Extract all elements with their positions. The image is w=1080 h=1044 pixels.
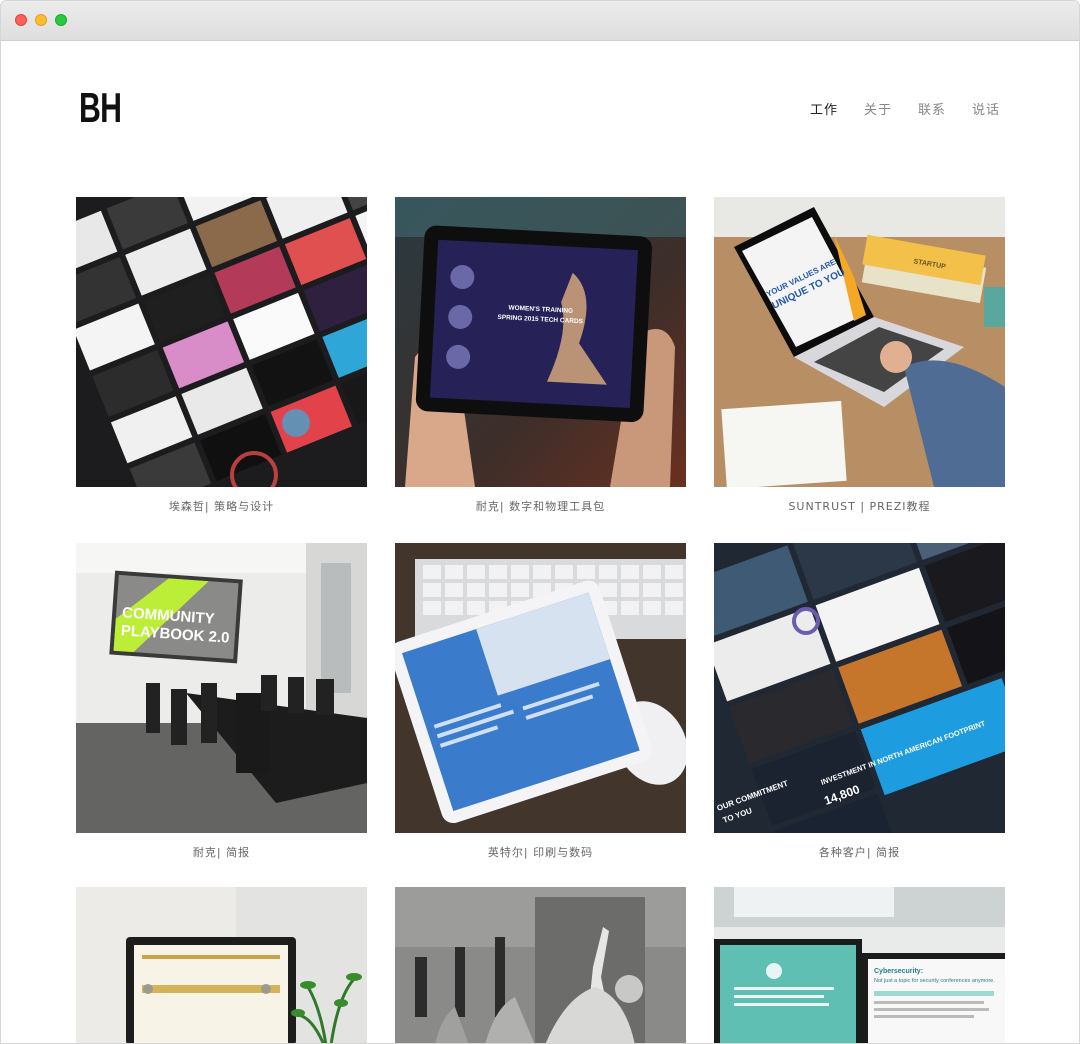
portfolio-tile-intel[interactable] [395,543,686,833]
monitor-headline-line1: Cybersecurity: [874,968,923,975]
portfolio-tile-cybersecurity[interactable]: Cybersecurity: Not just a topic for secu… [714,887,1005,1043]
nike-tablet-image: WOMEN'S TRAINING SPRING 2015 TECH CARDS [395,197,686,487]
portfolio-tile-suntrust[interactable]: STARTUP YOUR VALUES ARE UNIQUE TO YOU [714,197,1005,487]
portfolio-caption: 耐克| 数字和物理工具包 [475,500,606,513]
window-titlebar [1,1,1079,41]
suntrust-laptop-image: STARTUP YOUR VALUES ARE UNIQUE TO YOU [714,197,1005,487]
close-window-button[interactable] [15,14,27,26]
portfolio-tile-yoga[interactable] [395,887,686,1043]
portfolio-tile-laptop-timeline[interactable] [76,887,367,1043]
intel-ipad-image [395,543,686,833]
monitor-headline-line2: Not just a topic for security conference… [874,978,995,984]
nav-item-blog[interactable]: 说话 [972,99,1000,118]
zoom-window-button[interactable] [55,14,67,26]
portfolio-tile-accenture[interactable] [76,197,367,487]
conference-room-image: COMMUNITY PLAYBOOK 2.0 [76,543,367,833]
nav-item-work[interactable]: 工作 [810,99,838,118]
portfolio-tile-nike-toolkit[interactable]: WOMEN'S TRAINING SPRING 2015 TECH CARDS [395,197,686,487]
yoga-class-image [395,887,686,1043]
portfolio-caption: 各种客户| 简报 [818,846,901,859]
portfolio-caption: 耐克| 简报 [192,846,251,859]
portfolio-tile-nike-briefing[interactable]: COMMUNITY PLAYBOOK 2.0 [76,543,367,833]
briefing-slides-image: INVESTMENT IN NORTH AMERICAN FOOTPRINT 1… [714,543,1005,833]
minimize-window-button[interactable] [35,14,47,26]
browser-window: BH 工作 关于 联系 说话 埃森哲| 策略与设计 WOMEN'S TRAINI… [0,0,1080,1044]
accenture-slides-image [76,197,367,487]
site-logo[interactable]: BH [79,87,122,129]
nav-item-contact[interactable]: 联系 [918,99,946,118]
portfolio-caption: 英特尔| 印刷与数码 [487,846,594,859]
main-nav: 工作 关于 联系 说话 [810,99,1000,118]
portfolio-caption: SUNTRUST | PREZI教程 [788,500,931,513]
cybersecurity-monitors-image: Cybersecurity: Not just a topic for secu… [714,887,1005,1043]
portfolio-tile-various-clients[interactable]: INVESTMENT IN NORTH AMERICAN FOOTPRINT 1… [714,543,1005,833]
nav-item-about[interactable]: 关于 [864,99,892,118]
portfolio-caption: 埃森哲| 策略与设计 [168,500,275,513]
laptop-timeline-image [76,887,367,1043]
